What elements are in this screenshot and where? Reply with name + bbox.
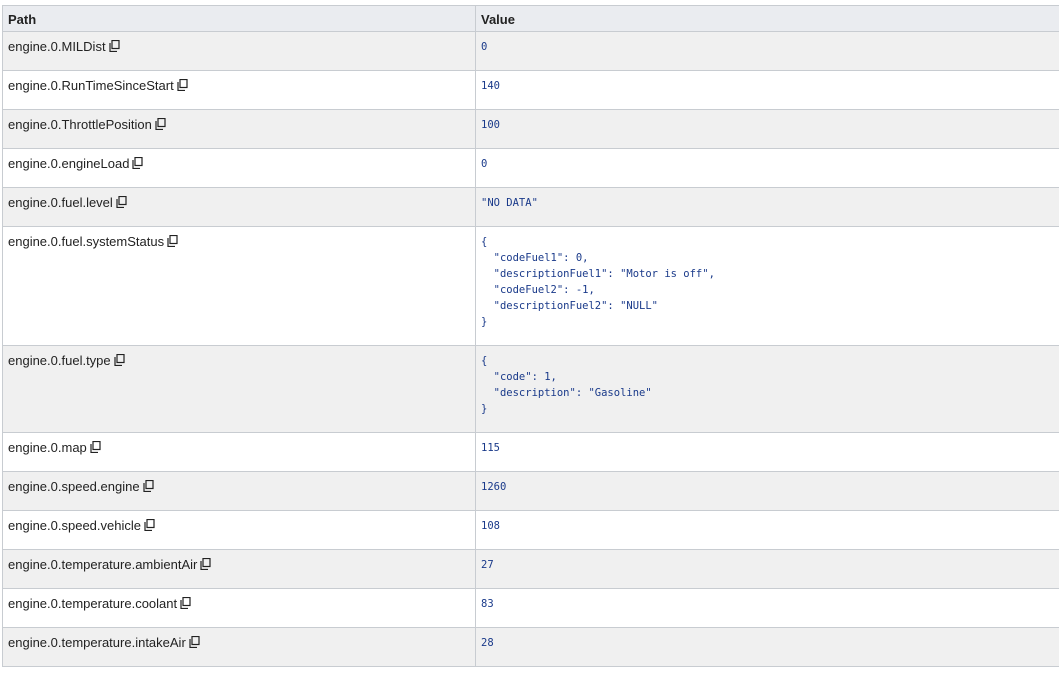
value-text: "NO DATA"	[481, 197, 538, 209]
path-cell: engine.0.speed.engine	[2, 471, 476, 511]
path-cell: engine.0.fuel.type	[2, 345, 476, 433]
path-cell: engine.0.ThrottlePosition	[2, 109, 476, 149]
path-text: engine.0.temperature.intakeAir	[8, 635, 186, 650]
table-row: engine.0.temperature.intakeAir 28	[2, 627, 1059, 667]
table-row: engine.0.temperature.coolant 83	[2, 588, 1059, 628]
value-text: 1260	[481, 481, 507, 493]
copy-icon[interactable]	[200, 558, 211, 570]
table-row: engine.0.speed.engine 1260	[2, 471, 1059, 511]
table-row: engine.0.temperature.ambientAir 27	[2, 549, 1059, 589]
path-value-table: Path Value engine.0.MILDist 0 engine.0.R…	[2, 5, 1059, 667]
value-cell: 140	[475, 70, 1059, 110]
value-cell: 0	[475, 148, 1059, 188]
table-row: engine.0.speed.vehicle 108	[2, 510, 1059, 550]
value-cell: 0	[475, 31, 1059, 71]
table-row: engine.0.engineLoad 0	[2, 148, 1059, 188]
path-text: engine.0.speed.vehicle	[8, 518, 141, 533]
value-text: 100	[481, 119, 500, 131]
table-header-row: Path Value	[2, 5, 1059, 32]
copy-icon[interactable]	[177, 79, 188, 91]
copy-icon[interactable]	[142, 480, 154, 492]
value-cell: 83	[475, 588, 1059, 628]
copy-icon[interactable]	[116, 196, 127, 208]
value-cell: { "codeFuel1": 0, "descriptionFuel1": "M…	[475, 226, 1059, 346]
path-text: engine.0.RunTimeSinceStart	[8, 78, 174, 93]
path-text: engine.0.speed.engine	[8, 479, 140, 494]
copy-icon[interactable]	[167, 235, 178, 247]
table-row: engine.0.RunTimeSinceStart 140	[2, 70, 1059, 110]
value-text: 108	[481, 520, 500, 532]
value-cell: 115	[475, 432, 1059, 472]
table-row: engine.0.map 115	[2, 432, 1059, 472]
path-text: engine.0.map	[8, 440, 87, 455]
path-text: engine.0.fuel.systemStatus	[8, 234, 165, 249]
copy-icon[interactable]	[132, 157, 144, 169]
copy-icon[interactable]	[114, 354, 125, 366]
value-cell: 28	[475, 627, 1059, 667]
value-cell: 27	[475, 549, 1059, 589]
table-row: engine.0.fuel.type { "code": 1, "descrip…	[2, 345, 1059, 433]
path-cell: engine.0.temperature.ambientAir	[2, 549, 476, 589]
value-cell: "NO DATA"	[475, 187, 1059, 227]
path-cell: engine.0.temperature.coolant	[2, 588, 476, 628]
copy-icon[interactable]	[180, 597, 191, 609]
copy-icon[interactable]	[108, 40, 120, 52]
value-text: { "codeFuel1": 0, "descriptionFuel1": "M…	[481, 236, 715, 328]
path-text: engine.0.MILDist	[8, 39, 106, 54]
value-text: 140	[481, 80, 500, 92]
value-text: 115	[481, 442, 500, 454]
value-text: 0	[481, 41, 488, 53]
path-text: engine.0.temperature.ambientAir	[8, 557, 198, 572]
data-table-container: Path Value engine.0.MILDist 0 engine.0.R…	[2, 5, 1059, 667]
value-text: 28	[481, 637, 494, 649]
path-cell: engine.0.fuel.level	[2, 187, 476, 227]
value-text: 0	[481, 158, 488, 170]
value-text: { "code": 1, "description": "Gasoline" }	[481, 355, 652, 415]
copy-icon[interactable]	[144, 519, 155, 531]
path-text: engine.0.engineLoad	[8, 156, 130, 171]
value-column-header: Value	[475, 5, 1059, 32]
value-text: 83	[481, 598, 494, 610]
value-cell: 108	[475, 510, 1059, 550]
table-row: engine.0.fuel.level "NO DATA"	[2, 187, 1059, 227]
copy-icon[interactable]	[155, 118, 166, 130]
path-text: engine.0.ThrottlePosition	[8, 117, 152, 132]
path-text: engine.0.fuel.type	[8, 353, 111, 368]
table-row: engine.0.MILDist 0	[2, 31, 1059, 71]
path-column-header: Path	[2, 5, 476, 32]
copy-icon[interactable]	[90, 441, 101, 453]
table-row: engine.0.fuel.systemStatus { "codeFuel1"…	[2, 226, 1059, 346]
path-cell: engine.0.engineLoad	[2, 148, 476, 188]
path-text: engine.0.temperature.coolant	[8, 596, 178, 611]
path-cell: engine.0.speed.vehicle	[2, 510, 476, 550]
path-text: engine.0.fuel.level	[8, 195, 113, 210]
value-cell: 100	[475, 109, 1059, 149]
path-cell: engine.0.RunTimeSinceStart	[2, 70, 476, 110]
value-cell: 1260	[475, 471, 1059, 511]
value-text: 27	[481, 559, 494, 571]
path-cell: engine.0.map	[2, 432, 476, 472]
path-cell: engine.0.MILDist	[2, 31, 476, 71]
path-cell: engine.0.fuel.systemStatus	[2, 226, 476, 346]
table-row: engine.0.ThrottlePosition 100	[2, 109, 1059, 149]
path-cell: engine.0.temperature.intakeAir	[2, 627, 476, 667]
value-cell: { "code": 1, "description": "Gasoline" }	[475, 345, 1059, 433]
copy-icon[interactable]	[189, 636, 200, 648]
